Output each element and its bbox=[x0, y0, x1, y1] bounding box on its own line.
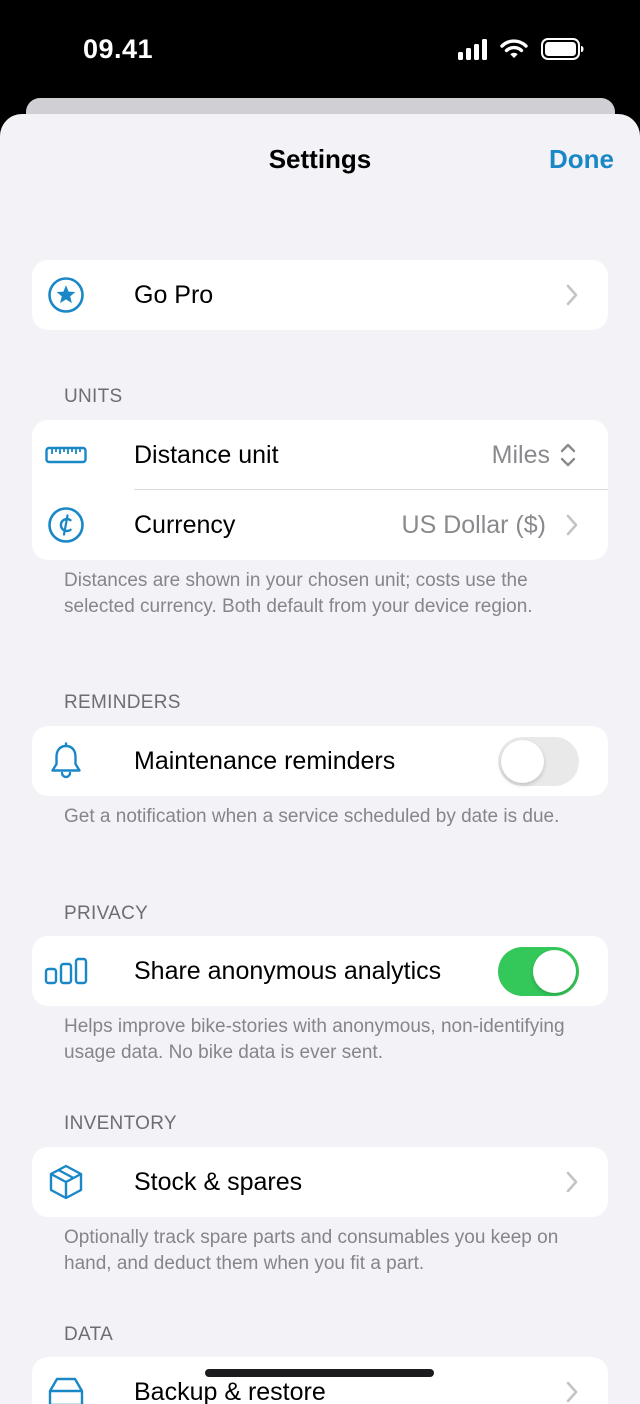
data-card: Backup & restore bbox=[32, 1357, 608, 1404]
chevron-right-icon bbox=[566, 284, 578, 306]
reminders-footer: Get a notification when a service schedu… bbox=[64, 806, 560, 827]
chevron-up-down-icon bbox=[560, 443, 576, 467]
cent-circle-icon bbox=[47, 506, 85, 544]
chevron-right-icon bbox=[566, 514, 578, 536]
home-indicator[interactable] bbox=[205, 1369, 434, 1377]
currency-row[interactable]: Currency US Dollar ($) bbox=[32, 490, 608, 560]
distance-unit-row[interactable]: Distance unit Miles bbox=[32, 420, 608, 490]
inventory-section-header: INVENTORY bbox=[64, 1113, 177, 1134]
go-pro-label: Go Pro bbox=[134, 281, 214, 309]
maintenance-reminders-label: Maintenance reminders bbox=[134, 747, 396, 775]
toggle-knob bbox=[533, 950, 576, 993]
page-title: Settings bbox=[268, 144, 372, 174]
wifi-icon bbox=[500, 39, 528, 58]
status-bar: 09.41 bbox=[0, 0, 640, 100]
maintenance-reminders-row: Maintenance reminders bbox=[32, 726, 608, 796]
chart-bars-icon bbox=[44, 957, 88, 985]
share-analytics-label: Share anonymous analytics bbox=[134, 957, 442, 985]
distance-unit-label: Distance unit bbox=[134, 441, 279, 469]
privacy-section-header: PRIVACY bbox=[64, 903, 149, 924]
currency-value: US Dollar ($) bbox=[401, 511, 546, 539]
settings-sheet: Settings Done Go Pro UNITS Distance unit… bbox=[0, 114, 640, 1404]
status-icons bbox=[458, 38, 584, 60]
box-icon bbox=[47, 1163, 85, 1201]
chevron-right-icon bbox=[566, 1171, 578, 1193]
units-section-header: UNITS bbox=[64, 386, 123, 407]
data-section-header: DATA bbox=[64, 1324, 114, 1345]
go-pro-card: Go Pro bbox=[32, 260, 608, 330]
navigation-bar: Settings Done bbox=[0, 114, 640, 206]
chevron-right-icon bbox=[566, 1381, 578, 1403]
inventory-card: Stock & spares bbox=[32, 1147, 608, 1217]
backup-restore-label: Backup & restore bbox=[134, 1378, 326, 1404]
inventory-footer: Optionally track spare parts and consuma… bbox=[64, 1227, 559, 1274]
stock-spares-row[interactable]: Stock & spares bbox=[32, 1147, 608, 1217]
share-analytics-toggle[interactable] bbox=[498, 947, 579, 996]
distance-unit-value: Miles bbox=[491, 441, 550, 469]
battery-icon bbox=[541, 38, 584, 60]
share-analytics-row: Share anonymous analytics bbox=[32, 936, 608, 1006]
reminders-card: Maintenance reminders bbox=[32, 726, 608, 796]
backup-restore-row[interactable]: Backup & restore bbox=[32, 1357, 608, 1404]
units-card: Distance unit Miles Currency US Dollar (… bbox=[32, 420, 608, 560]
toggle-knob bbox=[501, 740, 544, 783]
stock-spares-label: Stock & spares bbox=[134, 1168, 303, 1196]
backup-icon bbox=[46, 1373, 86, 1404]
privacy-card: Share anonymous analytics bbox=[32, 936, 608, 1006]
units-footer: Distances are shown in your chosen unit;… bbox=[64, 570, 533, 617]
bell-icon bbox=[49, 742, 83, 780]
done-button[interactable]: Done bbox=[549, 144, 614, 175]
currency-label: Currency bbox=[134, 511, 236, 539]
go-pro-row[interactable]: Go Pro bbox=[32, 260, 608, 330]
star-circle-icon bbox=[47, 276, 85, 314]
reminders-section-header: REMINDERS bbox=[64, 692, 181, 713]
maintenance-reminders-toggle[interactable] bbox=[498, 737, 579, 786]
status-time: 09.41 bbox=[83, 34, 154, 64]
ruler-icon bbox=[45, 445, 87, 465]
privacy-footer: Helps improve bike-stories with anonymou… bbox=[64, 1016, 565, 1063]
cellular-signal-icon bbox=[458, 38, 487, 60]
